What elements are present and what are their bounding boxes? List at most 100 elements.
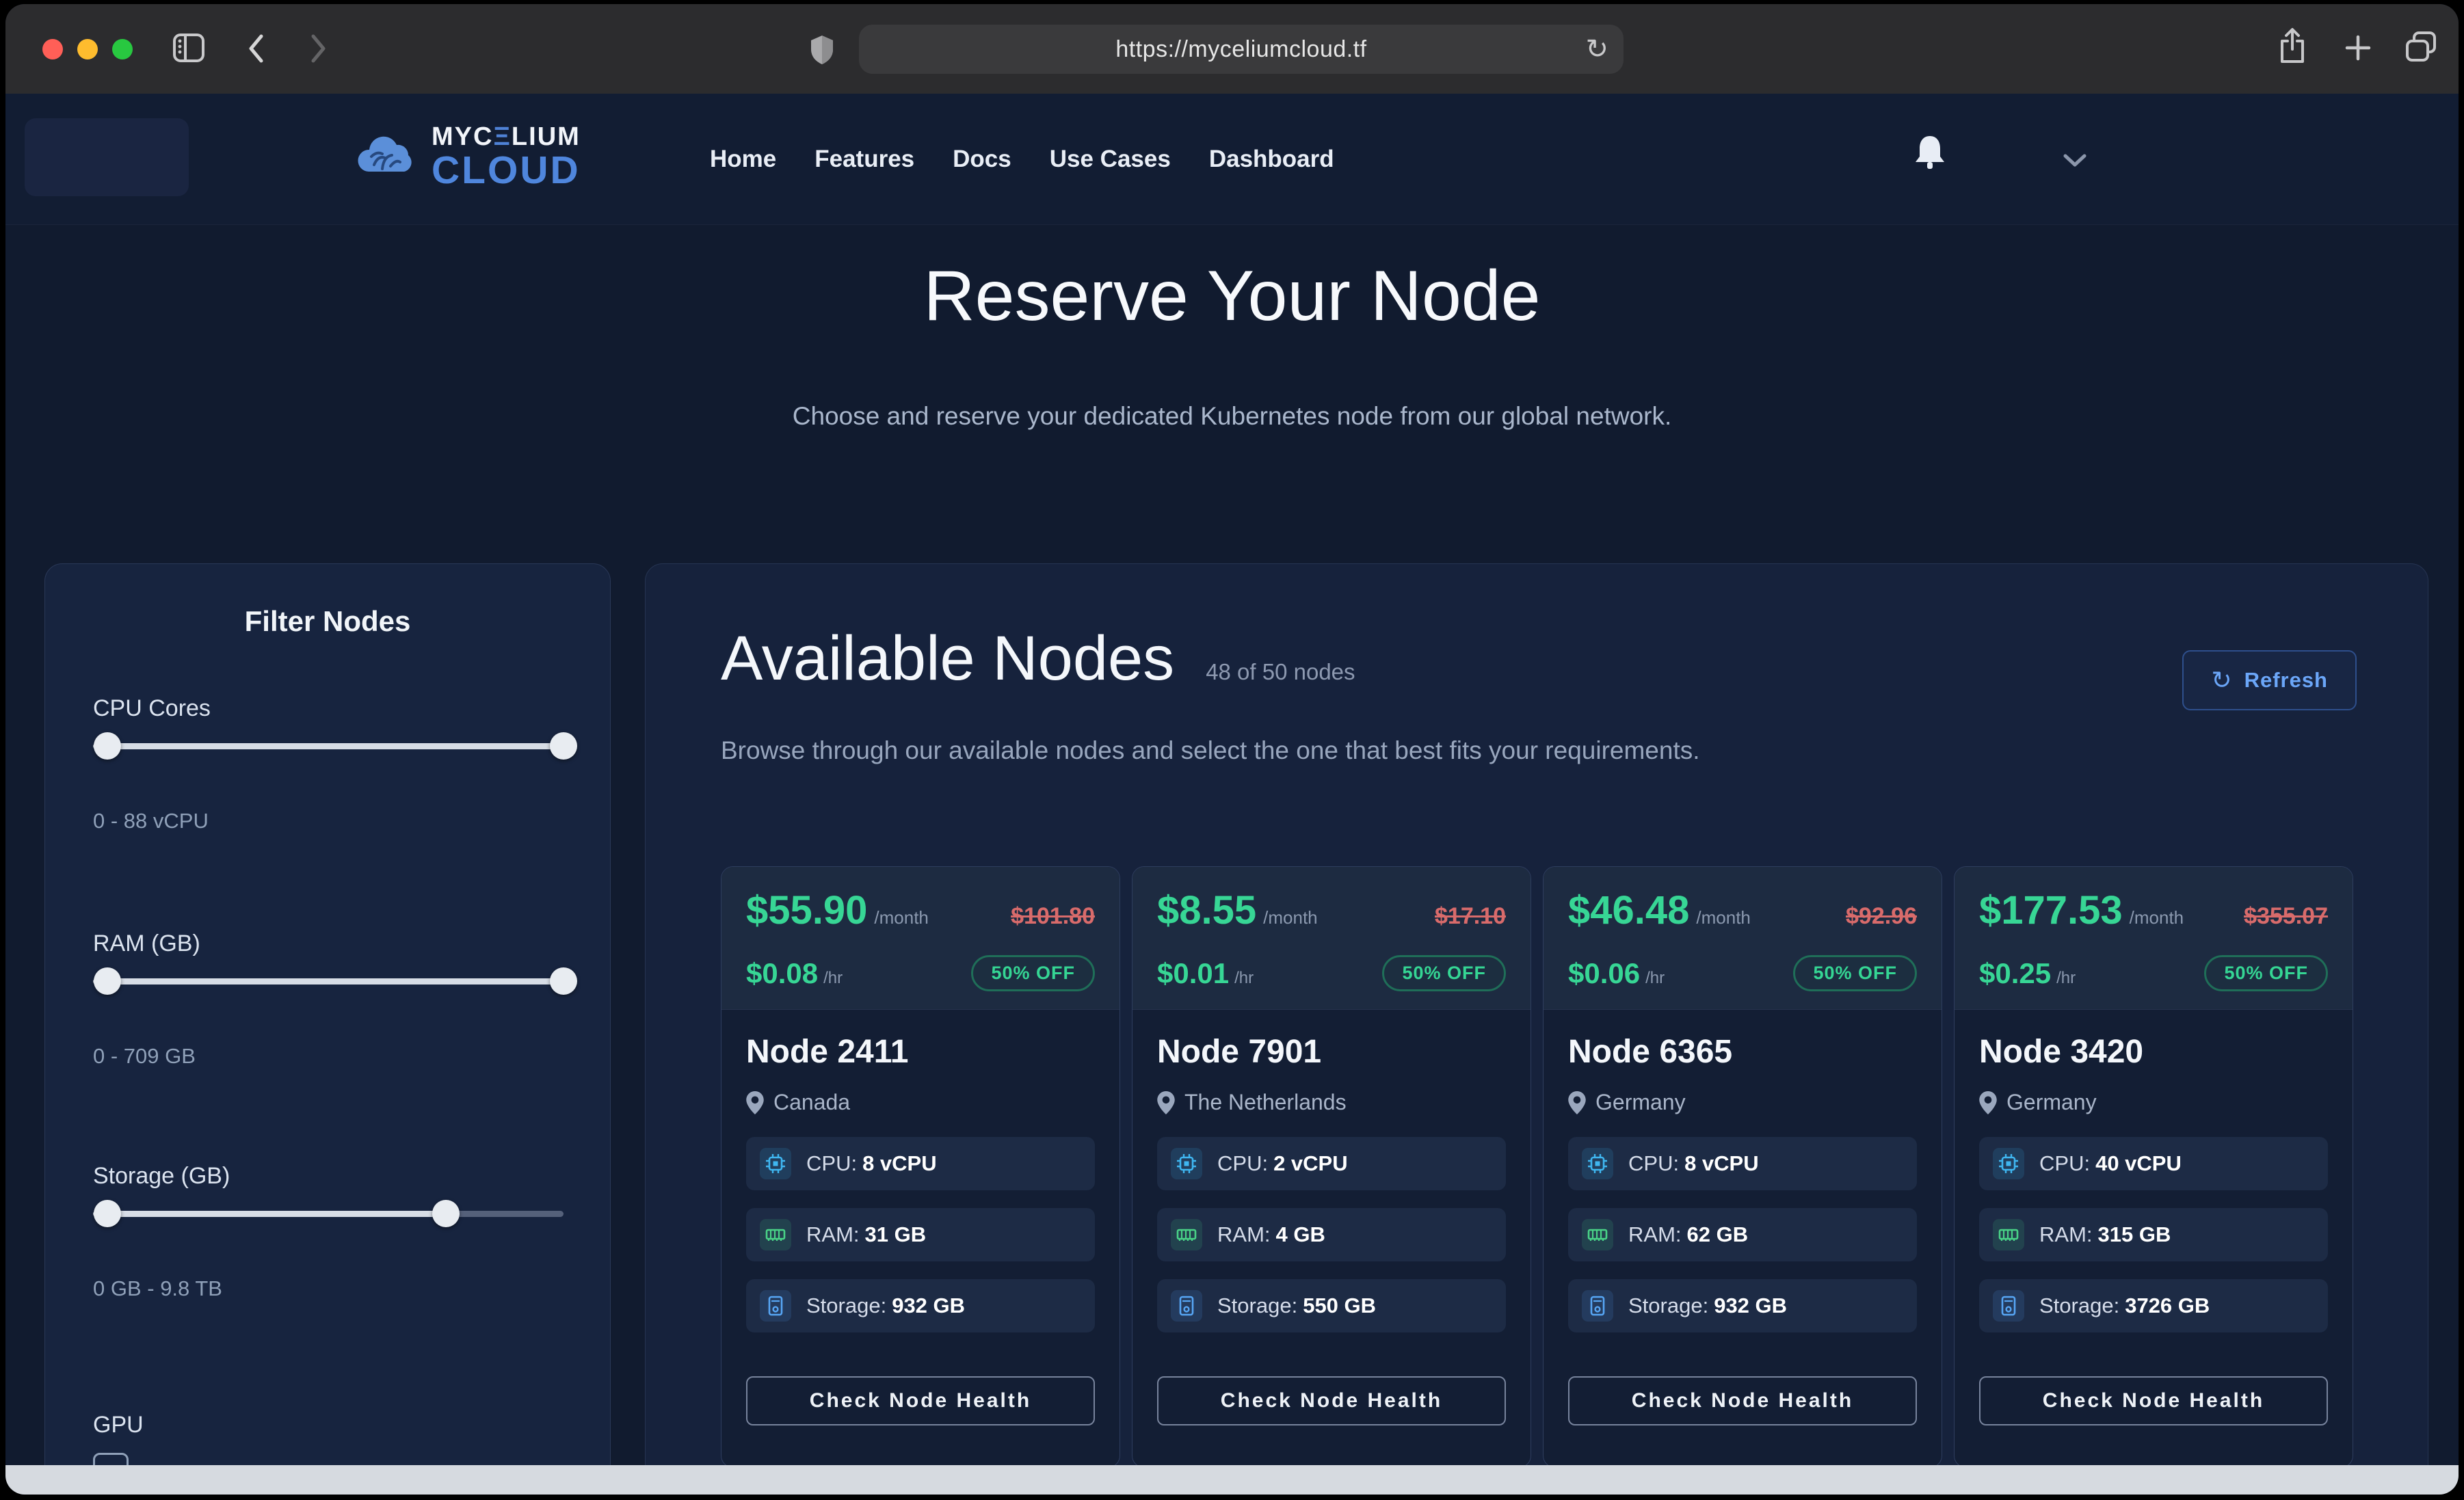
browser-window: https://myceliumcloud.tf ↻ <box>5 4 2459 1495</box>
check-node-health-button[interactable]: Check Node Health <box>1568 1376 1917 1425</box>
price-hour-suffix: /hr <box>1234 969 1254 987</box>
ram-slider-handle-min[interactable] <box>94 967 121 995</box>
privacy-shield-icon[interactable] <box>810 34 834 66</box>
card-price-header: $177.53/month $355.07 $0.25/hr 50% OFF <box>1955 867 2353 1010</box>
nav-link-dashboard[interactable]: Dashboard <box>1209 146 1334 173</box>
price-hour-suffix: /hr <box>823 969 843 987</box>
node-name: Node 6365 <box>1568 1033 1917 1071</box>
storage-drive-icon <box>760 1290 791 1322</box>
notifications-bell-icon[interactable] <box>1912 133 1948 178</box>
cpu-chip-icon <box>1582 1148 1613 1179</box>
available-nodes-title: Available Nodes <box>721 626 1174 692</box>
price-hour: $0.01 <box>1157 957 1229 989</box>
cloud-logo-icon <box>351 121 419 193</box>
cpu-value: 8 vCPU <box>1684 1151 1759 1175</box>
location-pin-icon <box>1979 1091 1997 1114</box>
brand-text: MYCΞLIUM CLOUD <box>432 124 581 190</box>
cpu-label: CPU: <box>2039 1151 2090 1175</box>
storage-slider-handle-min[interactable] <box>94 1200 121 1227</box>
available-nodes-description: Browse through our available nodes and s… <box>721 736 1700 765</box>
storage-range-slider[interactable] <box>93 1200 564 1227</box>
check-node-health-button[interactable]: Check Node Health <box>1157 1376 1506 1425</box>
reload-icon[interactable]: ↻ <box>1585 36 1608 63</box>
ram-slider-handle-max[interactable] <box>550 967 577 995</box>
cpu-slider-handle-max[interactable] <box>550 732 577 760</box>
brand-logo[interactable]: MYCΞLIUM CLOUD <box>351 121 581 193</box>
ram-slider-track[interactable] <box>93 978 564 985</box>
cpu-chip-icon <box>1171 1148 1202 1179</box>
storage-label: Storage: <box>806 1294 886 1317</box>
spec-row-ram: RAM:4 GB <box>1157 1208 1506 1261</box>
check-node-health-button[interactable]: Check Node Health <box>746 1376 1095 1425</box>
new-tab-icon[interactable] <box>2343 33 2373 63</box>
cpu-value: 2 vCPU <box>1273 1151 1348 1175</box>
original-price: $92.96 <box>1846 903 1917 930</box>
ram-range-slider[interactable] <box>93 967 564 995</box>
card-body: Node 6365 Germany CPU:8 vCPU RAM:62 GB <box>1544 1010 1942 1467</box>
cpu-slider-handle-min[interactable] <box>94 732 121 760</box>
account-chevron-down-icon[interactable] <box>2063 152 2087 172</box>
sidebar-toggle-icon[interactable] <box>172 33 205 63</box>
browser-toolbar: https://myceliumcloud.tf ↻ <box>5 4 2459 94</box>
back-icon[interactable] <box>246 33 265 64</box>
discount-badge: 50% OFF <box>1382 955 1506 991</box>
spec-row-storage: Storage:932 GB <box>746 1279 1095 1332</box>
zoom-window-button[interactable] <box>112 39 133 59</box>
ram-label: RAM: <box>1217 1222 1271 1246</box>
ram-value: 4 GB <box>1276 1222 1325 1246</box>
price-hour-suffix: /hr <box>2056 969 2076 987</box>
spec-row-ram: RAM:315 GB <box>1979 1208 2328 1261</box>
close-window-button[interactable] <box>42 39 63 59</box>
storage-drive-icon <box>1993 1290 2024 1322</box>
price-month-suffix: /month <box>1696 907 1751 928</box>
screenshot-stage: https://myceliumcloud.tf ↻ <box>0 0 2464 1500</box>
location-pin-icon <box>1568 1091 1586 1114</box>
available-nodes-header: Available Nodes 48 of 50 nodes <box>721 626 1355 692</box>
storage-filter-range: 0 GB - 9.8 TB <box>93 1276 222 1301</box>
nav-link-docs[interactable]: Docs <box>953 146 1011 173</box>
ram-label: RAM: <box>806 1222 860 1246</box>
check-node-health-button[interactable]: Check Node Health <box>1979 1376 2328 1425</box>
storage-slider-track[interactable] <box>93 1211 564 1217</box>
node-card: $8.55/month $17.10 $0.01/hr 50% OFF Node… <box>1132 866 1531 1468</box>
cpu-value: 8 vCPU <box>862 1151 937 1175</box>
storage-label: Storage: <box>2039 1294 2119 1317</box>
cpu-range-slider[interactable] <box>93 732 564 760</box>
spec-row-storage: Storage:550 GB <box>1157 1279 1506 1332</box>
nav-link-home[interactable]: Home <box>710 146 776 173</box>
brand-name-bottom: CLOUD <box>432 151 581 190</box>
spec-row-storage: Storage:3726 GB <box>1979 1279 2328 1332</box>
filter-panel-title: Filter Nodes <box>45 605 610 638</box>
refresh-button[interactable]: ↻ Refresh <box>2182 650 2357 710</box>
storage-slider-handle-max[interactable] <box>432 1200 460 1227</box>
cpu-label: CPU: <box>806 1151 857 1175</box>
node-location: Germany <box>1568 1090 1917 1115</box>
original-price: $17.10 <box>1435 903 1506 930</box>
url-text: https://myceliumcloud.tf <box>1115 36 1366 63</box>
location-label: Canada <box>773 1090 850 1115</box>
spec-row-ram: RAM:31 GB <box>746 1208 1095 1261</box>
nav-link-use-cases[interactable]: Use Cases <box>1050 146 1171 173</box>
node-count-badge: 48 of 50 nodes <box>1206 659 1355 685</box>
location-pin-icon <box>746 1091 764 1114</box>
nav-link-features[interactable]: Features <box>814 146 914 173</box>
storage-filter-label: Storage (GB) <box>93 1163 230 1190</box>
location-pin-icon <box>1157 1091 1175 1114</box>
share-icon[interactable] <box>2277 27 2307 66</box>
ram-filter-label: RAM (GB) <box>93 930 200 957</box>
cpu-slider-track[interactable] <box>93 743 564 749</box>
node-card-grid: $55.90/month $101.80 $0.08/hr 50% OFF No… <box>721 866 2353 1468</box>
cpu-filter-label: CPU Cores <box>93 695 211 722</box>
gpu-filter-label: GPU <box>93 1412 144 1438</box>
spec-row-cpu: CPU:40 vCPU <box>1979 1137 2328 1190</box>
refresh-icon: ↻ <box>2211 668 2231 693</box>
discount-badge: 50% OFF <box>2204 955 2328 991</box>
spec-row-cpu: CPU:2 vCPU <box>1157 1137 1506 1190</box>
ram-chip-icon <box>760 1219 791 1250</box>
forward-icon[interactable] <box>309 33 328 64</box>
original-price: $355.07 <box>2244 903 2328 930</box>
storage-slider-active-track <box>93 1211 446 1217</box>
tab-overview-icon[interactable] <box>2403 30 2439 64</box>
minimize-window-button[interactable] <box>77 39 98 59</box>
address-bar[interactable]: https://myceliumcloud.tf ↻ <box>859 25 1624 74</box>
